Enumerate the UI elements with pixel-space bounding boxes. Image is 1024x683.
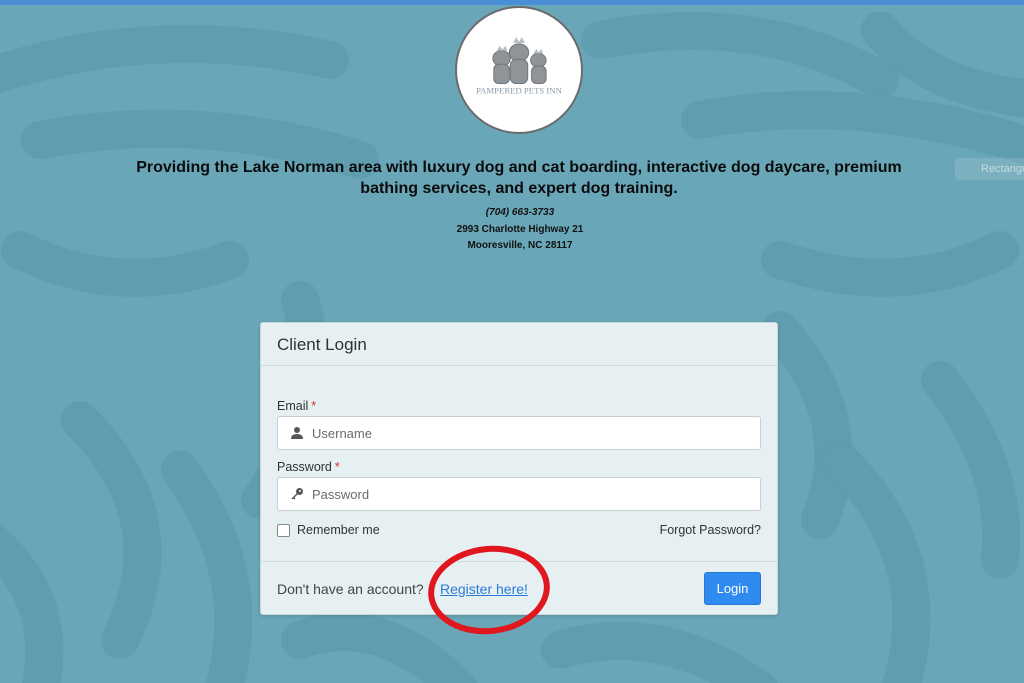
pampered-pets-inn-logo[interactable]: PAMPERED PETS INN [455, 6, 583, 134]
contact-phone[interactable]: (704) 663-3733 [420, 207, 620, 219]
login-button[interactable]: Login [704, 572, 761, 605]
contact-city: Mooresville, NC 28117 [467, 240, 573, 251]
svg-text:PAMPERED PETS INN: PAMPERED PETS INN [476, 85, 562, 95]
password-input[interactable] [312, 478, 752, 510]
card-body: Email* Password* Remember me Forgot Pass… [261, 366, 777, 562]
user-icon [291, 427, 303, 439]
password-label-text: Password [277, 460, 332, 474]
password-field[interactable] [277, 477, 761, 511]
required-mark: * [334, 460, 340, 474]
remember-me-row[interactable]: Remember me [277, 523, 380, 537]
dog-and-cat-illustration-icon: PAMPERED PETS INN [476, 37, 563, 95]
forgot-password-link[interactable]: Forgot Password? [660, 523, 761, 537]
remember-me-label[interactable]: Remember me [297, 523, 380, 537]
email-label: Email * [277, 399, 316, 413]
card-title: Client Login [277, 335, 367, 354]
remember-me-checkbox[interactable] [277, 523, 290, 537]
email-field[interactable] [277, 416, 761, 450]
red-highlight-circle [428, 545, 550, 635]
required-mark: * [311, 399, 317, 413]
password-label: Password * [277, 460, 340, 474]
card-header: Client Login [261, 323, 777, 366]
tagline: Providing the Lake Norman area with luxu… [136, 159, 902, 197]
key-icon [291, 488, 303, 500]
email-input[interactable] [312, 417, 752, 449]
email-label-text: Email [277, 399, 309, 413]
faded-background-tab: Rectangular [955, 158, 1024, 180]
no-account-text: Don't have an account? [277, 581, 424, 597]
contact-street: 2993 Charlotte Highway 21 [456, 224, 584, 235]
top-accent-bar [0, 0, 1024, 5]
